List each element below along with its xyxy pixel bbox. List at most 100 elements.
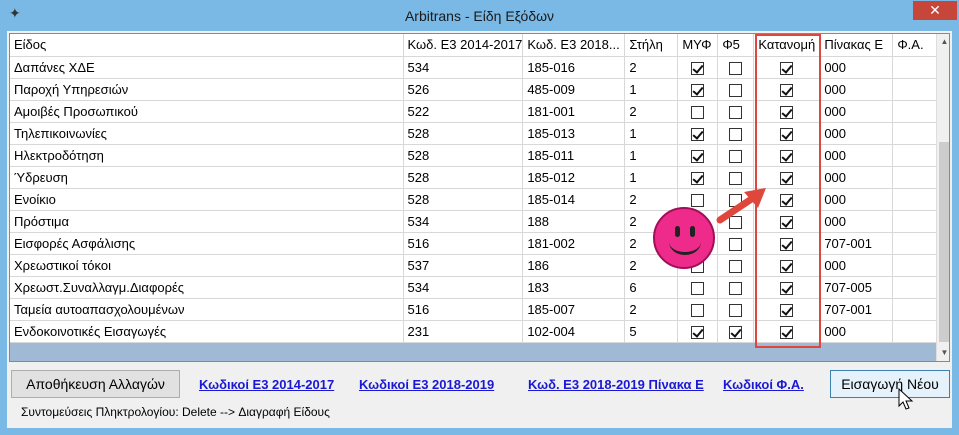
cell-fa[interactable]	[892, 254, 939, 277]
cell-eidos[interactable]: Χρεωστ.Συναλλαγμ.Διαφορές	[10, 276, 404, 299]
katanomi-checkbox[interactable]	[780, 237, 794, 251]
cell-eidos[interactable]: Ενοίκιο	[10, 188, 404, 211]
cell-stili[interactable]: 2	[624, 298, 679, 321]
col-header-f5[interactable]: Φ5	[717, 34, 755, 57]
cell-e3-2018[interactable]: 185-011	[522, 144, 626, 167]
cell-pinakas[interactable]: 000	[819, 320, 894, 343]
katanomi-checkbox[interactable]	[780, 61, 794, 75]
cell-pinakas[interactable]: 707-001	[819, 232, 894, 255]
link-codes-e3-2018[interactable]: Κωδικοί Ε3 2018-2019	[359, 377, 494, 392]
cell-stili[interactable]: 1	[624, 166, 679, 189]
col-header-eidos[interactable]: Είδος	[10, 34, 404, 57]
cell-pinakas[interactable]: 000	[819, 100, 894, 123]
table-row[interactable]: Ηλεκτροδότηση 528 185-011 1 000	[10, 144, 939, 167]
myf-checkbox[interactable]	[691, 83, 705, 97]
cell-fa[interactable]	[892, 166, 939, 189]
cell-e3-2014[interactable]: 522	[403, 100, 524, 123]
katanomi-checkbox[interactable]	[780, 127, 794, 141]
cell-eidos[interactable]: Εισφορές Ασφάλισης	[10, 232, 404, 255]
insert-new-button[interactable]: Εισαγωγή Νέου	[830, 370, 950, 398]
cell-stili[interactable]: 1	[624, 144, 679, 167]
cell-eidos[interactable]: Τηλεπικοινωνίες	[10, 122, 404, 145]
cell-fa[interactable]	[892, 232, 939, 255]
cell-eidos[interactable]: Ηλεκτροδότηση	[10, 144, 404, 167]
f5-checkbox[interactable]	[729, 325, 743, 339]
f5-checkbox[interactable]	[729, 83, 743, 97]
myf-checkbox[interactable]	[691, 325, 705, 339]
table-row[interactable]: Δαπάνες ΧΔΕ 534 185-016 2 000	[10, 56, 939, 79]
cell-pinakas[interactable]: 000	[819, 188, 894, 211]
table-row[interactable]: Χρεωστ.Συναλλαγμ.Διαφορές 534 183 6 707-005	[10, 276, 939, 299]
f5-checkbox[interactable]	[729, 281, 743, 295]
cell-fa[interactable]	[892, 122, 939, 145]
katanomi-checkbox[interactable]	[780, 281, 794, 295]
katanomi-checkbox[interactable]	[780, 105, 794, 119]
cell-e3-2014[interactable]: 528	[403, 166, 524, 189]
cell-stili[interactable]: 6	[624, 276, 679, 299]
katanomi-checkbox[interactable]	[780, 215, 794, 229]
cell-stili[interactable]: 1	[624, 122, 679, 145]
cell-pinakas[interactable]: 000	[819, 144, 894, 167]
col-header-fa[interactable]: Φ.Α.	[892, 34, 939, 57]
save-changes-button[interactable]: Αποθήκευση Αλλαγών	[11, 370, 180, 398]
cell-fa[interactable]	[892, 78, 939, 101]
col-header-myf[interactable]: ΜΥΦ	[677, 34, 719, 57]
cell-e3-2018[interactable]: 186	[522, 254, 626, 277]
cell-pinakas[interactable]: 000	[819, 210, 894, 233]
scroll-down-arrow-icon[interactable]: ▼	[937, 345, 949, 361]
myf-checkbox[interactable]	[691, 281, 705, 295]
cell-e3-2018[interactable]: 183	[522, 276, 626, 299]
table-row[interactable]: Ενδοκοινοτικές Εισαγωγές 231 102-004 5 000	[10, 320, 939, 343]
cell-e3-2014[interactable]: 528	[403, 144, 524, 167]
cell-e3-2014[interactable]: 534	[403, 276, 524, 299]
cell-e3-2014[interactable]: 537	[403, 254, 524, 277]
katanomi-checkbox[interactable]	[780, 83, 794, 97]
table-row[interactable]: Αμοιβές Προσωπικού 522 181-001 2 000	[10, 100, 939, 123]
cell-eidos[interactable]: Ταμεία αυτοαπασχολουμένων	[10, 298, 404, 321]
cell-pinakas[interactable]: 000	[819, 78, 894, 101]
katanomi-checkbox[interactable]	[780, 171, 794, 185]
cell-e3-2018[interactable]: 185-007	[522, 298, 626, 321]
table-row[interactable]: Παροχή Υπηρεσιών 526 485-009 1 000	[10, 78, 939, 101]
myf-checkbox[interactable]	[691, 171, 705, 185]
cell-e3-2014[interactable]: 528	[403, 122, 524, 145]
cell-e3-2014[interactable]: 534	[403, 56, 524, 79]
cell-stili[interactable]: 2	[624, 188, 679, 211]
cell-e3-2018[interactable]: 181-002	[522, 232, 626, 255]
cell-e3-2018[interactable]: 185-016	[522, 56, 626, 79]
vertical-scrollbar[interactable]: ▲ ▼	[936, 34, 949, 361]
link-codes-e3-2014[interactable]: Κωδικοί Ε3 2014-2017	[199, 377, 334, 392]
f5-checkbox[interactable]	[729, 237, 743, 251]
cell-e3-2018[interactable]: 485-009	[522, 78, 626, 101]
table-row[interactable]: Ταμεία αυτοαπασχολουμένων 516 185-007 2 707-…	[10, 298, 939, 321]
col-header-e3-2014[interactable]: Κωδ. Ε3 2014-2017	[403, 34, 524, 57]
f5-checkbox[interactable]	[729, 149, 743, 163]
col-header-katanomi[interactable]: Κατανομή	[753, 34, 821, 57]
cell-pinakas[interactable]: 000	[819, 254, 894, 277]
myf-checkbox[interactable]	[691, 61, 705, 75]
link-codes-e3-2018-table-e[interactable]: Κωδ. Ε3 2018-2019 Πίνακα Ε	[528, 377, 704, 392]
cell-e3-2018[interactable]: 185-013	[522, 122, 626, 145]
table-row[interactable]: Χρεωστικοί τόκοι 537 186 2 000	[10, 254, 939, 277]
cell-stili[interactable]: 2	[624, 100, 679, 123]
table-row[interactable]: Ύδρευση 528 185-012 1 000	[10, 166, 939, 189]
cell-pinakas[interactable]: 707-005	[819, 276, 894, 299]
cell-pinakas[interactable]: 000	[819, 122, 894, 145]
cell-stili[interactable]: 1	[624, 78, 679, 101]
title-bar[interactable]: ✦ Arbitrans - Είδη Εξόδων ✕	[0, 0, 959, 31]
cell-eidos[interactable]: Πρόστιμα	[10, 210, 404, 233]
f5-checkbox[interactable]	[729, 171, 743, 185]
cell-e3-2018[interactable]: 185-012	[522, 166, 626, 189]
f5-checkbox[interactable]	[729, 127, 743, 141]
cell-eidos[interactable]: Δαπάνες ΧΔΕ	[10, 56, 404, 79]
f5-checkbox[interactable]	[729, 259, 743, 273]
cell-eidos[interactable]: Χρεωστικοί τόκοι	[10, 254, 404, 277]
katanomi-checkbox[interactable]	[780, 325, 794, 339]
cell-pinakas[interactable]: 000	[819, 166, 894, 189]
scroll-up-arrow-icon[interactable]: ▲	[937, 34, 949, 50]
cell-e3-2014[interactable]: 516	[403, 298, 524, 321]
cell-fa[interactable]	[892, 276, 939, 299]
table-row[interactable]: Εισφορές Ασφάλισης 516 181-002 2 707-001	[10, 232, 939, 255]
cell-e3-2014[interactable]: 231	[403, 320, 524, 343]
katanomi-checkbox[interactable]	[780, 149, 794, 163]
